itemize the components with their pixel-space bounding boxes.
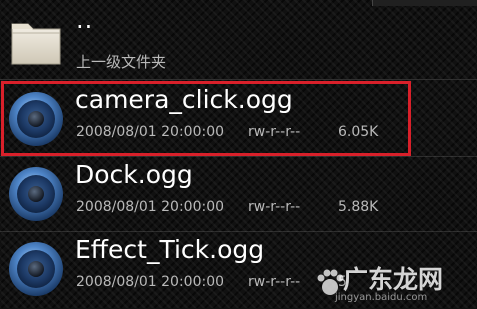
file-list: .. 上一级文件夹 camera_click.ogg 2008/08/01 20… — [0, 0, 477, 309]
divider — [0, 156, 477, 157]
parent-folder-row[interactable]: .. 上一级文件夹 — [0, 6, 477, 78]
parent-folder-label: 上一级文件夹 — [76, 53, 167, 71]
audio-file-icon — [9, 242, 63, 296]
file-name: Effect_Tick.ogg — [75, 235, 265, 264]
selection-highlight-box — [1, 81, 411, 156]
file-date: 2008/08/01 20:00:00 — [76, 274, 225, 290]
file-size: 5.88K — [338, 199, 379, 215]
file-name: Dock.ogg — [75, 160, 193, 189]
file-meta: 2008/08/01 20:00:00 rw-r--r-- 5.88K — [76, 199, 378, 215]
parent-folder-name: .. — [76, 6, 94, 34]
file-date: 2008/08/01 20:00:00 — [76, 199, 225, 215]
watermark: 广东龙网 jingyan.baidu.com — [313, 258, 473, 306]
divider — [0, 79, 477, 80]
divider — [0, 231, 477, 232]
folder-icon — [11, 23, 61, 65]
watermark-text: 广东龙网 — [343, 265, 444, 294]
file-row-dock[interactable]: Dock.ogg 2008/08/01 20:00:00 rw-r--r-- 5.8… — [0, 158, 477, 230]
file-permissions: rw-r--r-- — [248, 199, 301, 215]
audio-file-icon — [9, 167, 63, 221]
file-meta: 2008/08/01 20:00:00 rw-r--r-- 5 — [76, 274, 347, 290]
watermark-url: jingyan.baidu.com — [335, 292, 428, 303]
